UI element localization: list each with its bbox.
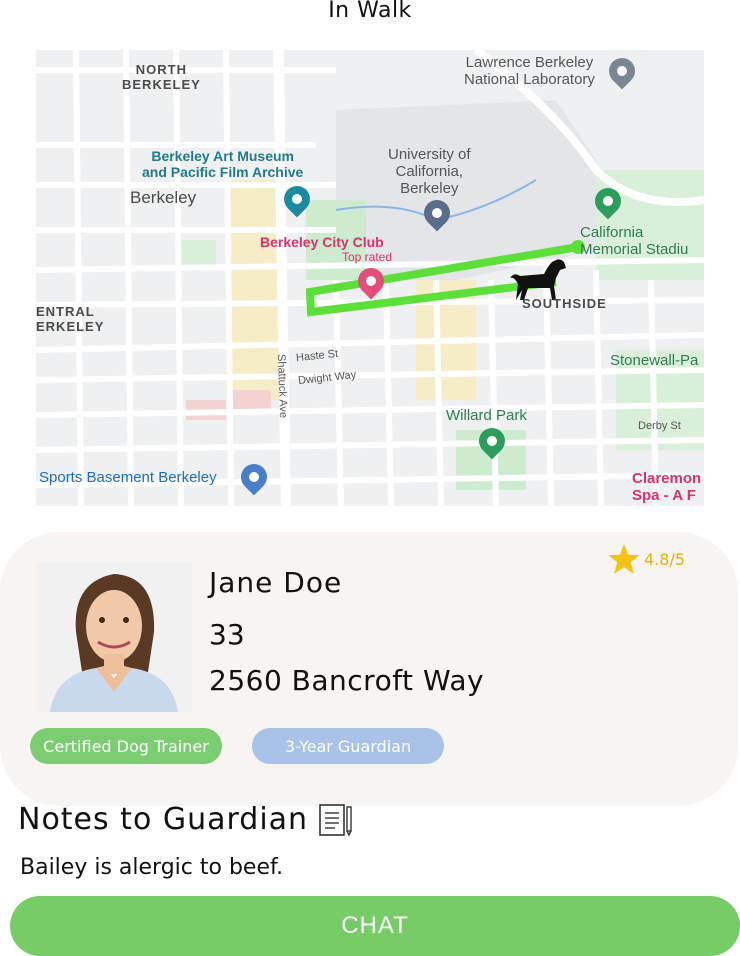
walker-age: 33 <box>209 618 245 651</box>
star-icon <box>608 544 640 574</box>
map-label-art-museum: Berkeley Art Museum and Pacific Film Arc… <box>142 148 304 180</box>
walk-map[interactable]: NORTH BERKELEY Lawrence Berkeley Nationa… <box>36 50 704 506</box>
map-label-central-berkeley: ENTRAL ERKELEY <box>36 304 105 334</box>
notes-text: Bailey is alergic to beef. <box>20 855 284 880</box>
map-label-memorial: California Memorial Stadiu <box>580 224 689 258</box>
map-label-berkeley: Berkeley <box>130 188 197 207</box>
notes-title: Notes to Guardian <box>18 802 309 837</box>
map-label-willard: Willard Park <box>446 407 527 424</box>
chat-button[interactable]: CHAT <box>10 896 740 956</box>
badge-certified-trainer: Certified Dog Trainer <box>30 728 222 764</box>
map-label-derby: Derby St <box>638 420 681 432</box>
walker-name: Jane Doe <box>209 566 343 599</box>
map-label-southside: SOUTHSIDE <box>522 296 607 311</box>
map-label-lawrence: Lawrence Berkeley National Laboratory <box>464 54 595 88</box>
screen-title: In Walk <box>328 0 412 23</box>
map-label-university: University of California, Berkeley <box>388 146 471 197</box>
rating: 4.8/5 <box>606 542 685 576</box>
notes-heading: Notes to Guardian <box>18 802 354 837</box>
avatar-image <box>36 562 192 712</box>
map-label-claremont: Claremon Spa - A F <box>632 470 702 504</box>
map-label-top-rated: Top rated <box>342 250 393 264</box>
rating-value: 4.8/5 <box>644 549 686 569</box>
walker-address: 2560 Bancroft Way <box>209 664 485 697</box>
map-label-shattuck: Shattuck Ave <box>274 353 290 419</box>
walker-profile-card: Jane Doe 33 2560 Bancroft Way 4.8/5 Cert… <box>0 532 738 806</box>
map-label-sports-basement: Sports Basement Berkeley <box>39 469 217 486</box>
badge-guardian-years: 3-Year Guardian <box>252 728 444 764</box>
map-label-stonewall: Stonewall-Pa <box>610 352 699 369</box>
map-label-north-berkeley: NORTH BERKELEY <box>122 62 201 92</box>
map-label-city-club: Berkeley City Club <box>260 234 384 250</box>
avatar <box>36 562 192 712</box>
notes-icon <box>319 803 352 837</box>
